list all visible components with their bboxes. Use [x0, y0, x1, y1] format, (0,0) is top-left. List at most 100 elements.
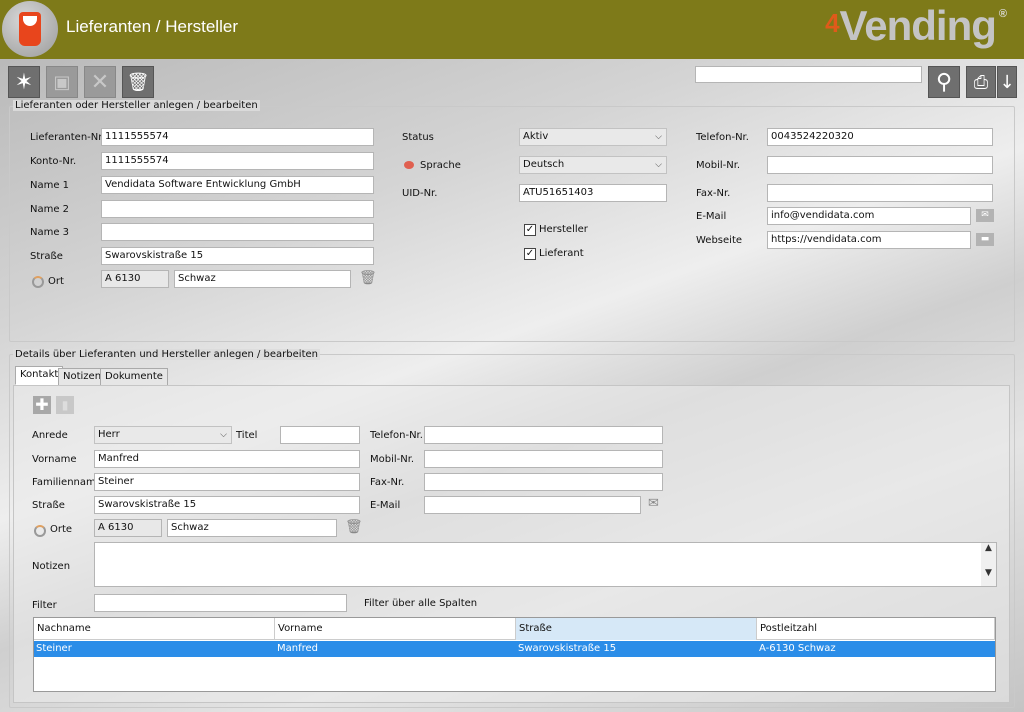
delete-button[interactable]: 🗑: [122, 66, 154, 98]
tab-dokumente[interactable]: Dokumente: [100, 368, 168, 386]
trash-icon[interactable]: 🗑: [345, 519, 363, 535]
column-header-postleitzahl[interactable]: Postleitzahl: [757, 618, 995, 640]
konto-nr-field[interactable]: 1111555574: [101, 152, 374, 170]
floppy-disk-icon: ▣: [53, 71, 71, 93]
notizen-label: Notizen: [32, 561, 71, 572]
plz-field[interactable]: A 6130: [101, 270, 169, 288]
name2-field[interactable]: [101, 200, 374, 218]
telefon-label: Telefon-Nr.: [696, 132, 749, 143]
hersteller-checkbox[interactable]: ✓: [524, 224, 536, 236]
filter-label: Filter: [32, 600, 57, 611]
search-button[interactable]: ⚲: [928, 66, 960, 98]
notizen-textarea[interactable]: [94, 542, 997, 587]
filter-input[interactable]: [94, 594, 347, 612]
supplier-group-title: Lieferanten oder Hersteller anlegen / be…: [13, 100, 260, 111]
magnifier-icon: ⚲: [935, 69, 953, 95]
mobil-label: Mobil-Nr.: [696, 160, 741, 171]
contacts-grid: Nachname Vorname Straße Postleitzahl Ste…: [33, 617, 996, 692]
grid-header: Nachname Vorname Straße Postleitzahl: [34, 618, 995, 640]
sort-arrow-icon: ↓: [999, 71, 1015, 93]
save-button[interactable]: ▣: [46, 66, 78, 98]
lieferanten-nr-label: Lieferanten-Nr.: [30, 132, 105, 143]
plz-field[interactable]: A 6130: [94, 519, 162, 537]
envelope-icon[interactable]: ✉: [976, 209, 994, 222]
trash-icon: ▮: [61, 398, 69, 412]
printer-icon: ⎙: [973, 71, 989, 93]
mobil-label: Mobil-Nr.: [370, 454, 415, 465]
strasse-field[interactable]: Swarovskistraße 15: [94, 496, 360, 514]
email-field[interactable]: info@vendidata.com: [767, 207, 971, 225]
cell-strasse: Swarovskistraße 15: [518, 643, 617, 654]
envelope-icon[interactable]: ✉: [648, 496, 659, 511]
chevron-down-icon: ⌵: [655, 132, 662, 142]
globe-icon[interactable]: [32, 276, 44, 288]
ort-label: Ort: [48, 276, 64, 287]
filter-hint: Filter über alle Spalten: [364, 598, 478, 609]
fax-label: Fax-Nr.: [696, 188, 731, 199]
chevron-down-icon: ▼: [985, 568, 992, 578]
telefon-label: Telefon-Nr.: [370, 430, 423, 441]
mobil-field[interactable]: [767, 156, 993, 174]
cell-nachname: Steiner: [36, 643, 72, 654]
plus-icon: ✚: [35, 395, 49, 414]
telefon-field[interactable]: [424, 426, 663, 444]
konto-nr-label: Konto-Nr.: [30, 156, 77, 167]
uid-field[interactable]: ATU51651403: [519, 184, 667, 202]
page-title: Lieferanten / Hersteller: [66, 17, 238, 36]
fax-field[interactable]: [424, 473, 663, 491]
name1-field[interactable]: Vendidata Software Entwicklung GmbH: [101, 176, 374, 194]
anrede-value: Herr: [98, 429, 120, 440]
titel-field[interactable]: [280, 426, 360, 444]
fax-field[interactable]: [767, 184, 993, 202]
table-row[interactable]: Steiner Manfred Swarovskistraße 15 A-613…: [34, 641, 995, 657]
name3-field[interactable]: [101, 223, 374, 241]
webseite-field[interactable]: https://vendidata.com: [767, 231, 971, 249]
familienname-field[interactable]: Steiner: [94, 473, 360, 491]
app-header: Lieferanten / Hersteller 4Vending ®: [0, 0, 1024, 59]
status-select[interactable]: Aktiv ⌵: [519, 128, 667, 146]
lieferant-label: Lieferant: [539, 248, 584, 259]
webseite-label: Webseite: [696, 235, 743, 246]
brand-logo: 4Vending ®: [825, 2, 1007, 49]
notizen-scrollbar[interactable]: ▲ ▼: [981, 543, 996, 586]
hersteller-label: Hersteller: [539, 224, 588, 235]
add-contact-button[interactable]: ✚: [33, 396, 51, 414]
email-field[interactable]: [424, 496, 641, 514]
globe-icon[interactable]: [34, 525, 46, 537]
search-input[interactable]: [695, 66, 922, 83]
column-header-strasse[interactable]: Straße: [516, 618, 757, 640]
status-value: Aktiv: [523, 131, 549, 142]
telefon-field[interactable]: 0043524220320: [767, 128, 993, 146]
new-button[interactable]: ✶: [8, 66, 40, 98]
cancel-button[interactable]: ✕: [84, 66, 116, 98]
familienname-label: Familienname: [32, 477, 102, 488]
sort-button[interactable]: ↓: [997, 66, 1017, 98]
column-header-vorname[interactable]: Vorname: [275, 618, 516, 640]
anrede-select[interactable]: Herr ⌵: [94, 426, 232, 444]
details-group-title: Details über Lieferanten und Hersteller …: [13, 349, 320, 360]
ort-field[interactable]: Schwaz: [174, 270, 351, 288]
print-button[interactable]: ⎙: [966, 66, 996, 98]
mobil-field[interactable]: [424, 450, 663, 468]
delete-contact-button[interactable]: ▮: [56, 396, 74, 414]
trash-icon[interactable]: 🗑: [359, 270, 377, 286]
strasse-field[interactable]: Swarovskistraße 15: [101, 247, 374, 265]
lieferant-checkbox[interactable]: ✓: [524, 248, 536, 260]
web-link-icon[interactable]: ▬: [976, 233, 994, 246]
tab-kontakt[interactable]: Kontakt: [15, 366, 64, 385]
chevron-down-icon: ⌵: [655, 160, 662, 170]
cell-vorname: Manfred: [277, 643, 319, 654]
chevron-up-icon: ▲: [985, 543, 992, 553]
email-label: E-Mail: [370, 500, 401, 511]
x-icon: ✕: [90, 69, 110, 95]
tab-notizen[interactable]: Notizen: [58, 368, 107, 386]
orte-label: Orte: [50, 524, 73, 535]
ort-field[interactable]: Schwaz: [167, 519, 337, 537]
column-header-nachname[interactable]: Nachname: [34, 618, 275, 640]
name3-label: Name 3: [30, 227, 70, 238]
vorname-field[interactable]: Manfred: [94, 450, 360, 468]
name1-label: Name 1: [30, 180, 70, 191]
lieferanten-nr-field[interactable]: 1111555574: [101, 128, 374, 146]
vorname-label: Vorname: [32, 454, 77, 465]
sprache-select[interactable]: Deutsch ⌵: [519, 156, 667, 174]
